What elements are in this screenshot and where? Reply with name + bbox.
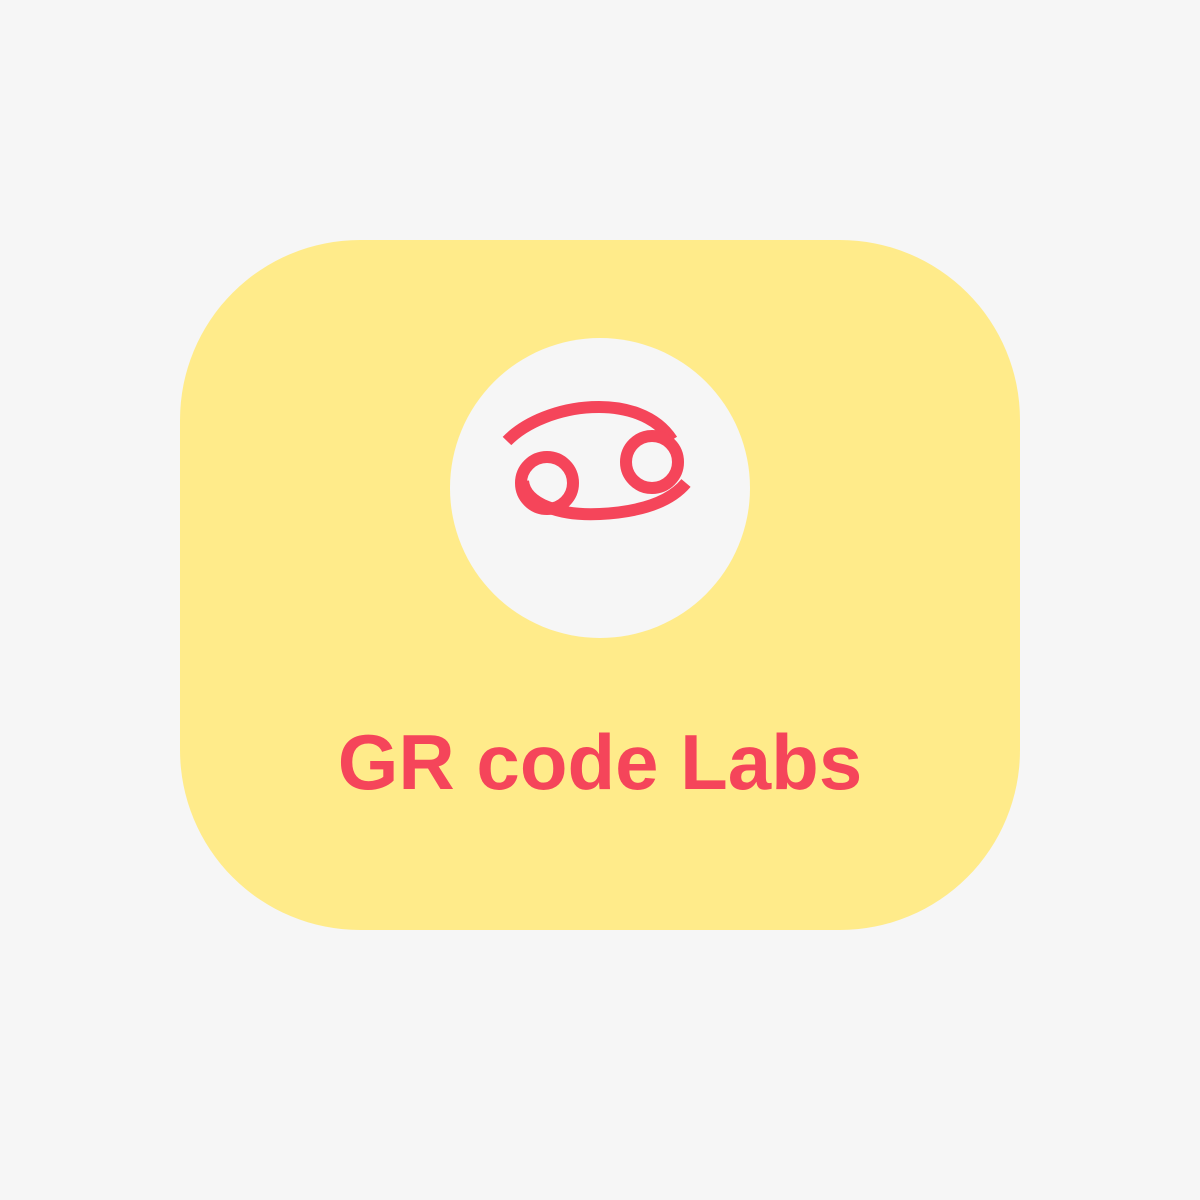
- right-circle: [620, 430, 684, 494]
- logo-canvas: GR code Labs: [0, 0, 1200, 1200]
- brand-name: GR code Labs: [337, 718, 863, 806]
- cancer-zodiac-icon: [502, 400, 691, 521]
- emblem-circle: [450, 338, 750, 638]
- logo-card: GR code Labs: [180, 240, 1020, 930]
